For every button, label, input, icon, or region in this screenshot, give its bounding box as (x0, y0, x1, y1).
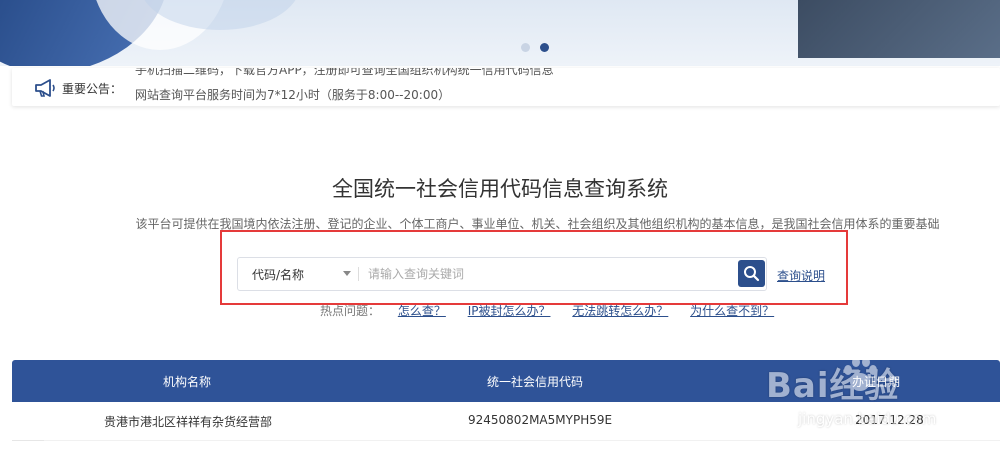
notice-message[interactable]: 手机扫描二维码，下载官方APP，注册即可查询全国组织机构统一信用代码信息 (135, 68, 554, 78)
notice-label: 重要公告： (62, 82, 123, 96)
credit-code-cell: 92450802MA5MYPH59E (468, 413, 613, 427)
hot-link-ip-blocked[interactable]: IP被封怎么办？ (468, 304, 551, 318)
search-help-link[interactable]: 查询说明 (777, 267, 825, 284)
search-button[interactable] (738, 260, 765, 287)
page-title: 全国统一社会信用代码信息查询系统 (332, 177, 668, 201)
banner-photo (798, 0, 1000, 58)
carousel-dot-2-active[interactable] (540, 43, 549, 52)
hot-link-how-to-query[interactable]: 怎么查？ (398, 304, 446, 318)
hot-questions: 热点问题： 怎么查？ IP被封怎么办？ 无法跳转怎么办？ 为什么查不到？ (320, 302, 792, 319)
watermark-url: jingyan.baidu.com (798, 410, 937, 428)
banner-carousel[interactable] (0, 0, 1000, 66)
hot-link-cannot-redirect[interactable]: 无法跳转怎么办？ (572, 304, 668, 318)
notice-message[interactable]: 网站查询平台服务时间为7*12小时（服务于8:00--20:00） (135, 86, 450, 102)
org-name-cell[interactable]: 贵港市港北区祥祥有杂货经营部 (104, 413, 272, 430)
search-input[interactable] (366, 261, 730, 287)
carousel-dot-1[interactable] (521, 43, 530, 52)
column-header: 机构名称 (163, 375, 212, 389)
search-bar: 代码/名称 (237, 257, 767, 291)
notice-ticker[interactable]: 手机扫描二维码，下载官方APP，注册即可查询全国组织机构统一信用代码信息 网站查… (135, 68, 655, 102)
baidu-jingyan-watermark: Bai经验 jingyan.baidu.com (760, 352, 1000, 449)
column-header: 统一社会信用代码 (487, 375, 584, 389)
notice-bar: 重要公告： 手机扫描二维码，下载官方APP，注册即可查询全国组织机构统一信用代码… (12, 68, 1000, 106)
hot-link-not-found[interactable]: 为什么查不到？ (690, 304, 774, 318)
search-type-select[interactable]: 代码/名称 (238, 258, 358, 290)
megaphone-icon (35, 79, 55, 97)
hot-questions-label: 热点问题： (320, 304, 381, 318)
divider (358, 267, 359, 281)
caret-down-icon (343, 271, 351, 276)
search-type-value: 代码/名称 (252, 268, 305, 282)
search-icon (744, 266, 760, 282)
paw-icon (844, 357, 877, 391)
